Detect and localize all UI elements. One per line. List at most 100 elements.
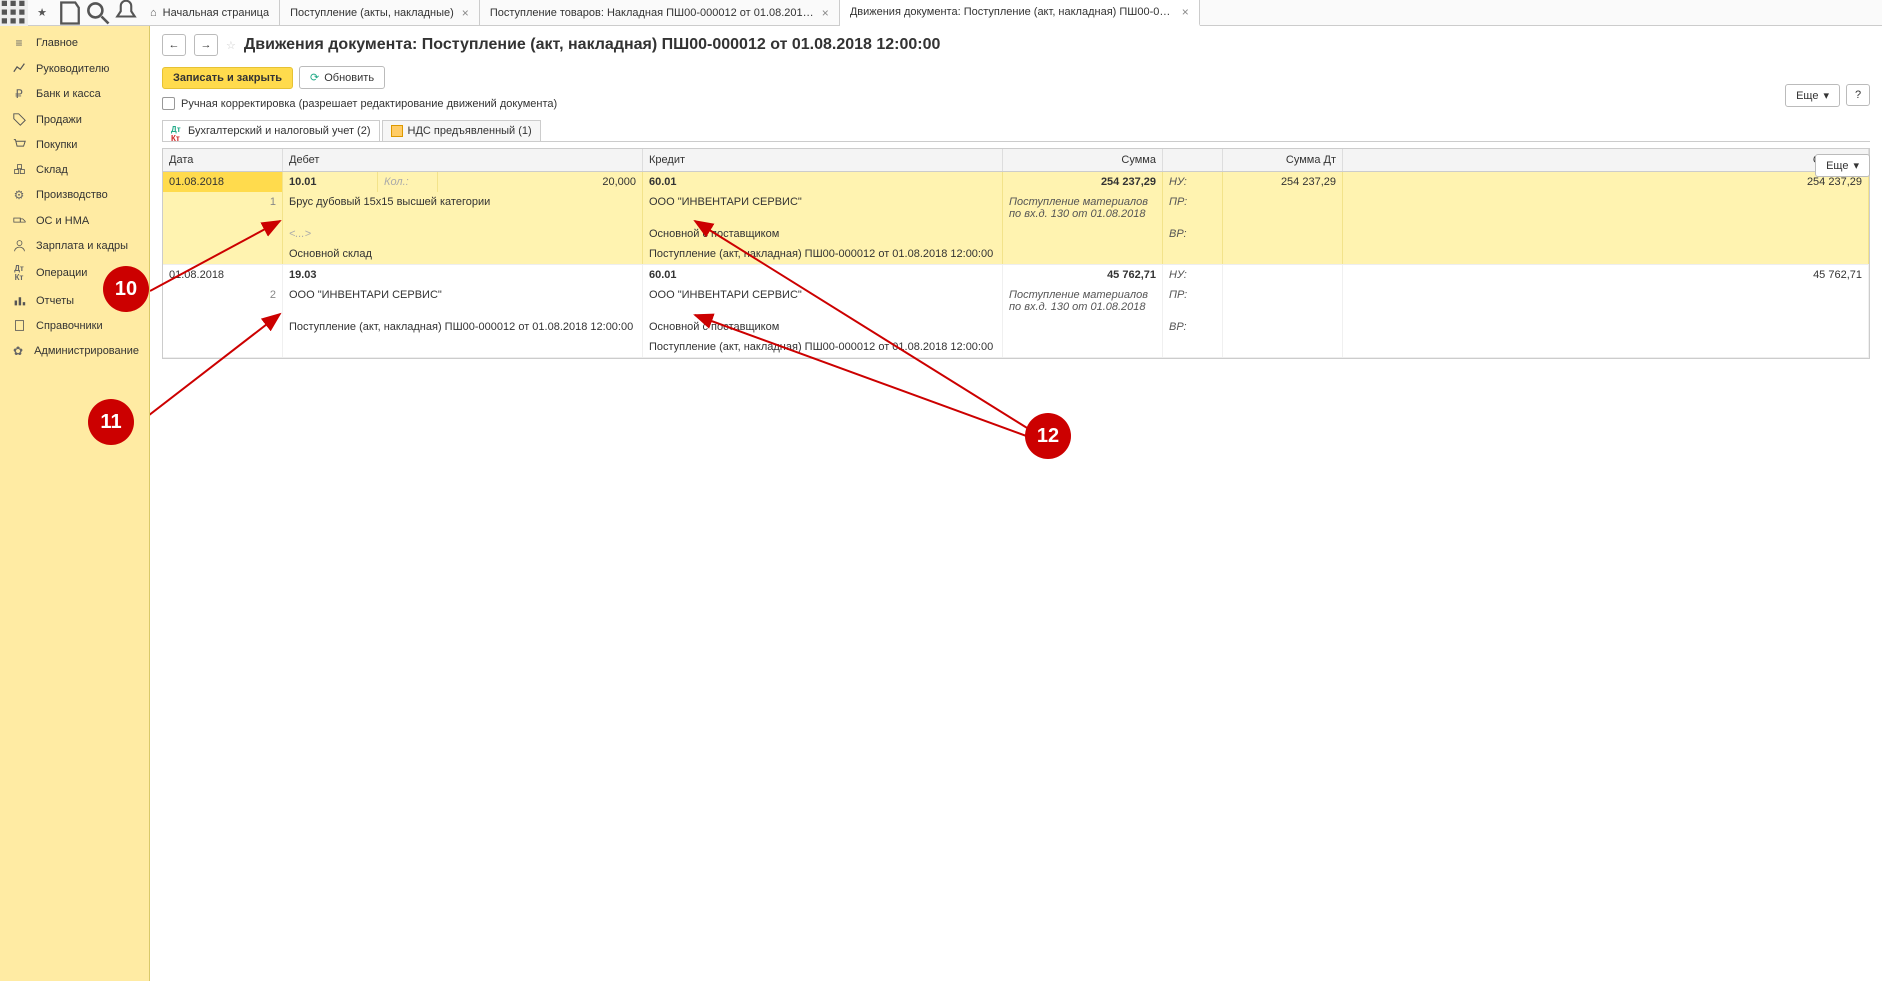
cell-blank bbox=[1163, 337, 1223, 357]
cell-pr-label: ПР: bbox=[1163, 285, 1223, 317]
table-row[interactable]: 01.08.2018 19.03 60.01 45 762,71 НУ: 45 … bbox=[163, 265, 1869, 358]
dtkt-icon: ДтКт bbox=[171, 125, 183, 137]
dtkt-icon: ДтКт bbox=[10, 264, 28, 282]
manual-correction-label: Ручная корректировка (разрешает редактир… bbox=[181, 98, 557, 110]
col-sum-dt[interactable]: Сумма Дт bbox=[1223, 149, 1343, 171]
refresh-button[interactable]: ⟳ Обновить bbox=[299, 66, 385, 89]
tab-home[interactable]: ⌂ Начальная страница bbox=[140, 0, 280, 26]
cell-debit-account: 10.01 bbox=[283, 172, 378, 192]
write-and-close-button[interactable]: Записать и закрыть bbox=[162, 67, 293, 89]
grid-more-button[interactable]: Еще ▾ bbox=[1815, 154, 1870, 177]
title-bar: ← → ☆ Движения документа: Поступление (а… bbox=[162, 34, 1870, 56]
sidebar-item-bank[interactable]: ₽ Банк и касса bbox=[0, 81, 149, 107]
cell-debit-account: 19.03 bbox=[283, 265, 643, 285]
cell-debit-sub1: ООО "ИНВЕНТАРИ СЕРВИС" bbox=[283, 285, 643, 317]
cell-nu-kt: 254 237,29 bbox=[1343, 172, 1869, 192]
cell-pr-kt bbox=[1343, 285, 1869, 317]
sidebar-item-reports[interactable]: Отчеты bbox=[0, 288, 149, 313]
cell-nu-kt: 45 762,71 bbox=[1343, 265, 1869, 285]
cell-vr-kt bbox=[1343, 224, 1869, 244]
search-icon[interactable] bbox=[84, 0, 112, 26]
favorites-icon[interactable]: ★ bbox=[28, 0, 56, 26]
favorite-toggle[interactable]: ☆ bbox=[226, 39, 236, 52]
manual-correction-checkbox[interactable] bbox=[162, 97, 175, 110]
apps-icon[interactable] bbox=[0, 0, 28, 26]
tab-movements[interactable]: Движения документа: Поступление (акт, на… bbox=[840, 0, 1200, 26]
sidebar-item-admin[interactable]: ✿Администрирование bbox=[0, 338, 149, 364]
cell-debit-sub3: Основной склад bbox=[283, 244, 643, 264]
cell-credit-account: 60.01 bbox=[643, 172, 1003, 192]
book-icon bbox=[10, 319, 28, 332]
sidebar-item-production[interactable]: ⚙ Производство bbox=[0, 182, 149, 208]
sidebar-item-warehouse[interactable]: Склад bbox=[0, 157, 149, 182]
sidebar-item-manager[interactable]: Руководителю bbox=[0, 56, 149, 81]
cell-date: 01.08.2018 bbox=[163, 265, 283, 285]
sidebar-item-label: ОС и НМА bbox=[36, 215, 89, 227]
sidebar-item-payroll[interactable]: Зарплата и кадры bbox=[0, 233, 149, 258]
sidebar-item-label: Банк и касса bbox=[36, 88, 101, 100]
cell-blank bbox=[163, 224, 283, 244]
cell-blank bbox=[1003, 244, 1163, 264]
main-content: ← → ☆ Движения документа: Поступление (а… bbox=[150, 26, 1882, 981]
sidebar-item-label: Операции bbox=[36, 267, 87, 279]
cell-sum: 45 762,71 bbox=[1003, 265, 1163, 285]
close-icon[interactable]: × bbox=[462, 6, 469, 20]
col-date[interactable]: Дата bbox=[163, 149, 283, 171]
cell-nu-label: НУ: bbox=[1163, 265, 1223, 285]
sidebar-item-label: Производство bbox=[36, 189, 108, 201]
sidebar-item-purchases[interactable]: Покупки bbox=[0, 132, 149, 157]
cell-blank bbox=[1343, 337, 1869, 357]
cell-note: Поступление материалов по вх.д. 130 от 0… bbox=[1003, 285, 1163, 317]
cell-credit-sub1: ООО "ИНВЕНТАРИ СЕРВИС" bbox=[643, 192, 1003, 224]
sidebar-item-main[interactable]: ≡Главное bbox=[0, 30, 149, 56]
sidebar-item-assets[interactable]: ОС и НМА bbox=[0, 208, 149, 233]
tab-vat-label: НДС предъявленный (1) bbox=[408, 125, 532, 137]
col-debit[interactable]: Дебет bbox=[283, 149, 643, 171]
cell-rownum: 1 bbox=[163, 192, 283, 224]
cell-blank bbox=[163, 317, 283, 337]
window-tabs: ⌂ Начальная страница Поступление (акты, … bbox=[140, 0, 1882, 26]
command-bar: Записать и закрыть ⟳ Обновить bbox=[162, 66, 1870, 89]
tab-home-label: Начальная страница bbox=[163, 7, 269, 19]
barchart-icon bbox=[10, 294, 28, 307]
col-sum-kt[interactable]: Сумма Кт bbox=[1343, 149, 1869, 171]
cell-qty: 20,000 bbox=[438, 172, 643, 192]
close-icon[interactable]: × bbox=[1182, 5, 1189, 19]
forward-button[interactable]: → bbox=[194, 34, 218, 56]
tab-accounting[interactable]: ДтКт Бухгалтерский и налоговый учет (2) bbox=[162, 120, 380, 141]
sidebar-item-sales[interactable]: Продажи bbox=[0, 107, 149, 132]
tag-icon bbox=[10, 113, 28, 126]
history-icon[interactable] bbox=[56, 0, 84, 26]
manual-correction-row: Ручная корректировка (разрешает редактир… bbox=[162, 97, 1870, 110]
gear-icon: ✿ bbox=[10, 344, 26, 358]
app-toolbar: ★ ⌂ Начальная страница Поступление (акты… bbox=[0, 0, 1882, 26]
close-icon[interactable]: × bbox=[822, 6, 829, 20]
chart-up-icon bbox=[10, 62, 28, 75]
tab-invoice[interactable]: Поступление товаров: Накладная ПШ00-0000… bbox=[480, 0, 840, 26]
gears-icon: ⚙ bbox=[10, 188, 28, 202]
cell-debit-sub2: <...> bbox=[283, 224, 643, 244]
ruble-icon: ₽ bbox=[10, 87, 28, 101]
bell-icon[interactable] bbox=[112, 0, 140, 26]
grid-body: 01.08.2018 10.01 Кол.: 20,000 60.01 254 … bbox=[163, 172, 1869, 358]
sidebar-item-label: Покупки bbox=[36, 139, 77, 151]
grid-more-label: Еще bbox=[1826, 160, 1848, 172]
cell-blank bbox=[1003, 317, 1163, 337]
cell-blank bbox=[1223, 337, 1343, 357]
cell-date: 01.08.2018 bbox=[163, 172, 283, 192]
sidebar-item-operations[interactable]: ДтКт Операции bbox=[0, 258, 149, 288]
cell-credit-account: 60.01 bbox=[643, 265, 1003, 285]
help-button[interactable]: ? bbox=[1846, 84, 1870, 106]
more-button[interactable]: Еще ▾ bbox=[1785, 84, 1840, 107]
cell-blank bbox=[1003, 337, 1163, 357]
col-sum[interactable]: Сумма bbox=[1003, 149, 1163, 171]
col-credit[interactable]: Кредит bbox=[643, 149, 1003, 171]
cell-debit-sub2: Поступление (акт, накладная) ПШ00-000012… bbox=[283, 317, 643, 337]
tab-vat[interactable]: НДС предъявленный (1) bbox=[382, 120, 541, 141]
tab-movements-label: Движения документа: Поступление (акт, на… bbox=[850, 6, 1174, 18]
sidebar-item-directories[interactable]: Справочники bbox=[0, 313, 149, 338]
table-row[interactable]: 01.08.2018 10.01 Кол.: 20,000 60.01 254 … bbox=[163, 172, 1869, 265]
tab-receipts[interactable]: Поступление (акты, накладные) × bbox=[280, 0, 480, 26]
back-button[interactable]: ← bbox=[162, 34, 186, 56]
write-and-close-label: Записать и закрыть bbox=[173, 72, 282, 84]
